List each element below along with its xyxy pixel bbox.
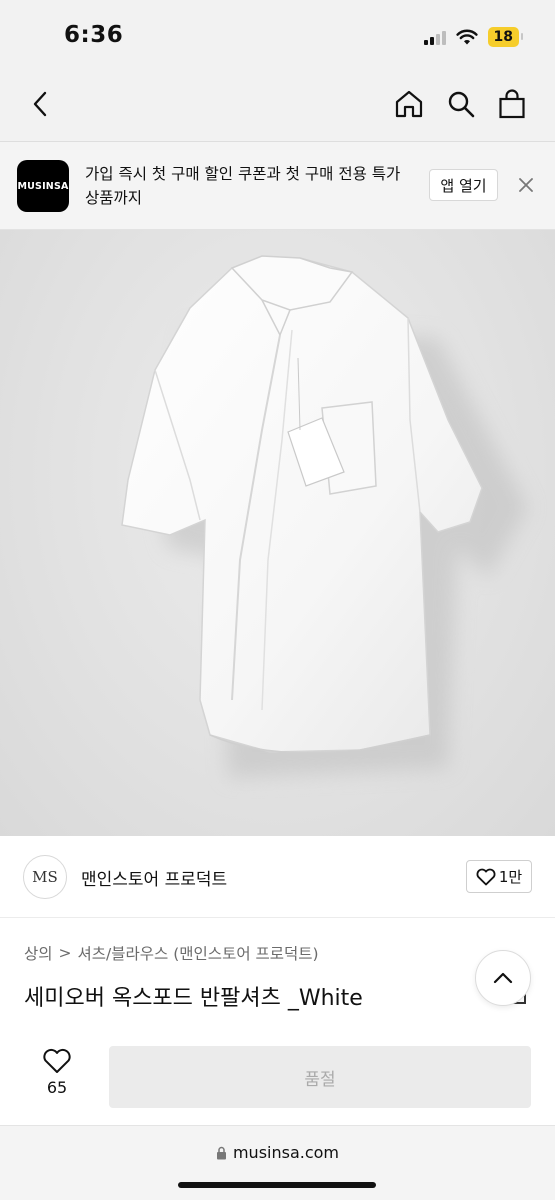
heart-icon — [43, 1048, 71, 1073]
musinsa-logo: MUSINSA — [17, 160, 69, 212]
url-display[interactable]: musinsa.com — [0, 1143, 555, 1162]
close-icon — [519, 178, 533, 192]
lock-icon — [216, 1146, 226, 1159]
chevron-up-icon — [493, 972, 513, 984]
wish-button[interactable]: 65 — [36, 1048, 78, 1097]
breadcrumb-subcategory[interactable]: 셔츠/블라우스 (맨인스토어 프로덕트) — [78, 942, 319, 964]
brand-logo[interactable]: MS — [23, 855, 67, 899]
home-icon — [395, 90, 423, 118]
cart-button[interactable] — [492, 84, 532, 124]
battery-indicator: 18 — [487, 27, 524, 47]
status-time: 6:36 — [64, 22, 124, 48]
product-title: 세미오버 옥스포드 반팔셔츠 _White — [24, 986, 363, 1011]
purchase-bar: 65 품절 — [0, 1032, 555, 1126]
breadcrumb-separator: > — [58, 944, 72, 962]
banner-close-button[interactable] — [514, 173, 538, 197]
wish-count: 65 — [46, 1078, 68, 1097]
chevron-left-icon — [33, 91, 47, 117]
brand-like-count: 1만 — [498, 868, 523, 886]
app-banner: MUSINSA 가입 즉시 첫 구매 할인 쿠폰과 첫 구매 전용 특가 상품까… — [0, 142, 555, 230]
signal-icon — [423, 29, 446, 45]
brand-like-button[interactable]: 1만 — [466, 860, 532, 893]
browser-url-bar: musinsa.com — [0, 1126, 555, 1200]
scroll-top-button[interactable] — [475, 950, 531, 1006]
product-image[interactable] — [0, 230, 555, 836]
open-app-button[interactable]: 앱 열기 — [429, 169, 498, 201]
search-button[interactable] — [441, 84, 481, 124]
brand-row: MS 맨인스토어 프로덕트 1만 — [0, 836, 555, 918]
search-icon — [448, 91, 475, 118]
home-indicator[interactable] — [178, 1182, 376, 1188]
status-bar: 6:36 18 — [0, 0, 555, 70]
soldout-button[interactable]: 품절 — [109, 1046, 531, 1108]
breadcrumb: 상의 > 셔츠/블라우스 (맨인스토어 프로덕트) — [24, 942, 319, 964]
heart-icon — [476, 868, 496, 885]
home-button[interactable] — [389, 84, 429, 124]
url-text: musinsa.com — [232, 1143, 340, 1162]
shirt-photo — [121, 255, 528, 778]
back-button[interactable] — [20, 84, 60, 124]
wifi-icon — [455, 29, 478, 44]
nav-bar — [0, 70, 555, 142]
brand-name[interactable]: 맨인스토어 프로덕트 — [81, 865, 227, 890]
banner-message: 가입 즉시 첫 구매 할인 쿠폰과 첫 구매 전용 특가 상품까지 — [85, 165, 401, 207]
shopping-bag-icon — [499, 89, 525, 119]
status-icons: 18 — [423, 26, 524, 48]
breadcrumb-category[interactable]: 상의 — [24, 942, 53, 964]
